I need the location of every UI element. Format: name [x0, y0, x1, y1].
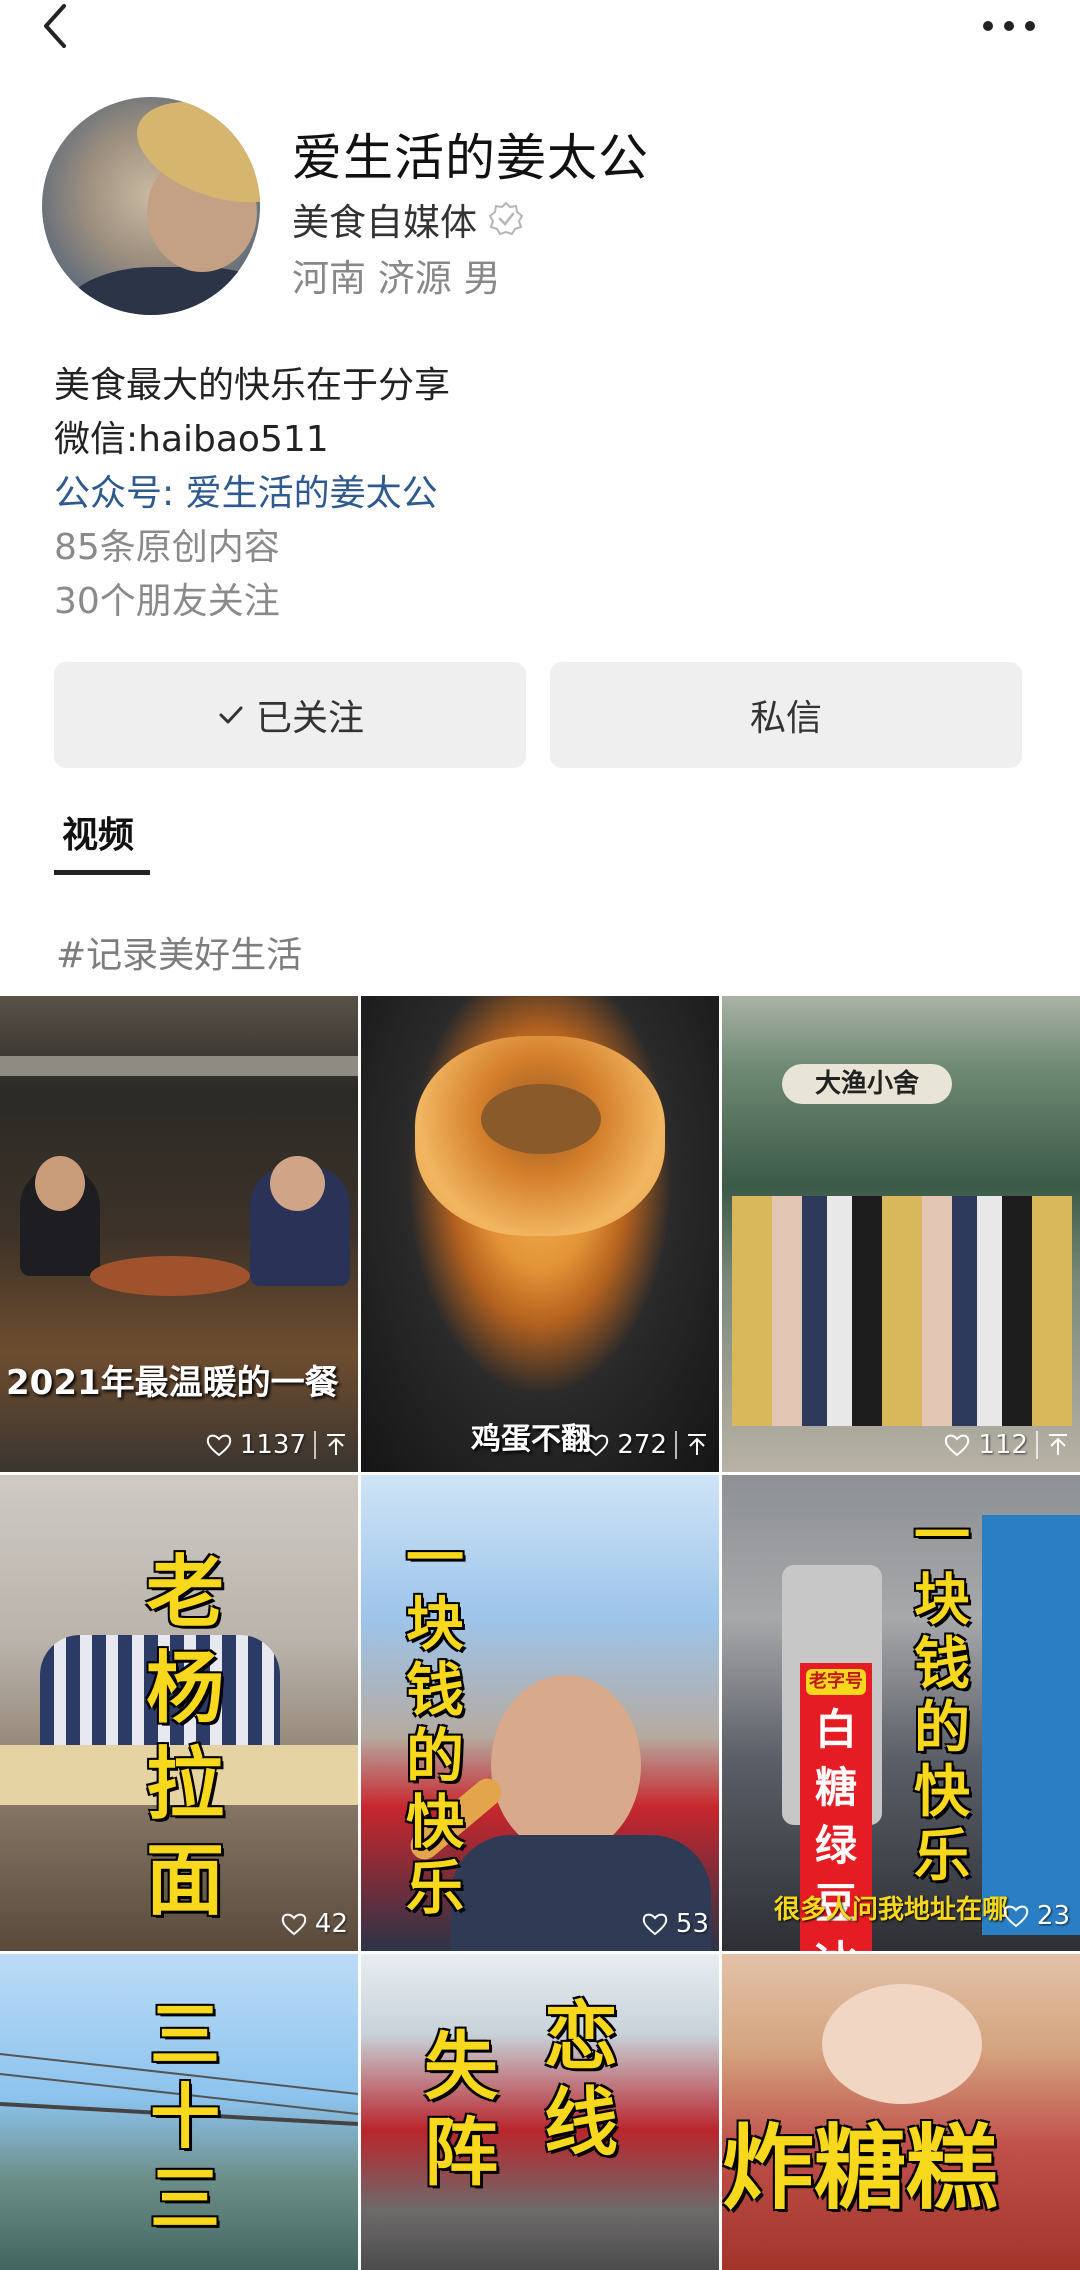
back-button[interactable]	[36, 0, 80, 56]
video-tile[interactable]: 三十三	[0, 1954, 358, 2270]
video-overlay-text: 三十三	[150, 1994, 220, 2240]
video-overlay-text: 一块钱的快乐	[914, 1504, 970, 1889]
followed-button[interactable]: 已关注	[54, 662, 526, 768]
heart-icon	[281, 1913, 307, 1936]
video-tile[interactable]: 大渔小舍 112	[722, 996, 1080, 1472]
pin-top-icon	[1049, 1434, 1067, 1455]
top-bar	[0, 0, 1080, 60]
video-tile[interactable]: 一块钱的快乐 53	[361, 1475, 719, 1951]
video-thumbnail	[361, 1954, 719, 2270]
video-tile[interactable]: 2021年最温暖的一餐 1137	[0, 996, 358, 1472]
group-of-people	[732, 1196, 1072, 1426]
friends-following-count[interactable]: 30个朋友关注	[54, 572, 280, 624]
like-count: 112	[978, 1430, 1028, 1460]
chevron-left-icon	[44, 4, 66, 48]
like-count: 53	[675, 1909, 709, 1939]
person-right-face	[270, 1156, 325, 1211]
divider	[675, 1431, 677, 1459]
man-face	[491, 1675, 641, 1855]
profile-location: 河南 济源 男	[292, 257, 501, 300]
video-tile[interactable]: 失阵 恋线	[361, 1954, 719, 2270]
like-count: 272	[617, 1430, 667, 1460]
video-stats: 112	[944, 1430, 1070, 1460]
verified-badge-icon	[488, 201, 524, 236]
shop-sign-tag: 老字号	[806, 1669, 866, 1695]
hashtag-link[interactable]: #记录美好生活	[56, 926, 302, 978]
video-overlay-text: 炸糖糕	[722, 2115, 999, 2222]
avatar[interactable]	[42, 97, 260, 315]
heart-icon	[642, 1913, 668, 1936]
like-count: 23	[1036, 1901, 1070, 1931]
video-subtitle: 很多人问我地址在哪	[774, 1895, 1009, 1925]
like-count: 1137	[239, 1430, 306, 1460]
message-label: 私信	[749, 698, 822, 739]
video-stats: 23	[1003, 1901, 1070, 1931]
profile-name: 爱生活的姜太公	[292, 129, 649, 187]
heart-icon	[206, 1434, 232, 1457]
original-content-count[interactable]: 85条原创内容	[54, 518, 280, 570]
category-label: 美食自媒体	[292, 201, 477, 244]
like-count: 42	[314, 1909, 348, 1939]
official-account-link[interactable]: 公众号: 爱生活的姜太公	[54, 464, 438, 516]
followed-label: 已关注	[255, 698, 364, 739]
message-button[interactable]: 私信	[550, 662, 1022, 768]
bio-wechat: 微信:haibao511	[54, 419, 329, 460]
machine	[982, 1515, 1080, 1935]
tab-indicator	[54, 870, 150, 875]
more-dots-icon	[983, 21, 1035, 31]
checkmark-icon	[219, 706, 243, 724]
video-tile[interactable]: 老杨拉面 42	[0, 1475, 358, 1951]
video-overlay-text-left: 失阵	[424, 2024, 498, 2196]
shop-sign: 大渔小舍	[782, 1064, 952, 1104]
bio-line: 美食最大的快乐在于分享	[54, 365, 451, 406]
video-tile[interactable]: 鸡蛋不翻 272	[361, 996, 719, 1472]
hand	[822, 1984, 982, 2104]
video-caption: 2021年最温暖的一餐	[6, 1363, 339, 1403]
pin-top-icon	[688, 1434, 706, 1455]
table	[90, 1256, 250, 1296]
pin-top-icon	[327, 1434, 345, 1455]
avatar-shirt	[62, 267, 260, 315]
video-caption: 鸡蛋不翻	[471, 1422, 591, 1457]
video-overlay-text: 一块钱的快乐	[405, 1524, 464, 1922]
heart-icon	[1003, 1905, 1029, 1928]
heart-icon	[584, 1434, 609, 1457]
tab-videos[interactable]: 视频	[62, 806, 134, 858]
video-tile[interactable]: 老字号 白糖绿豆冰 一块钱的快乐 很多人问我地址在哪 23	[722, 1475, 1080, 1951]
heart-icon	[945, 1434, 970, 1457]
person-left-face	[35, 1156, 85, 1211]
video-overlay-text-right: 恋线	[544, 1994, 618, 2166]
more-options-button[interactable]	[974, 6, 1044, 46]
frame-border	[0, 1056, 358, 1076]
divider	[1036, 1431, 1038, 1459]
video-stats: 53	[642, 1909, 709, 1939]
divider	[314, 1431, 316, 1459]
egg-pancake-center	[481, 1084, 601, 1154]
video-tile[interactable]: 炸糖糕	[722, 1954, 1080, 2270]
video-stats: 42	[281, 1909, 348, 1939]
profile-category: 美食自媒体	[292, 192, 525, 246]
video-overlay-text: 老杨拉面	[145, 1548, 224, 1926]
video-stats: 1137	[206, 1430, 348, 1460]
video-stats: 272	[583, 1430, 709, 1460]
